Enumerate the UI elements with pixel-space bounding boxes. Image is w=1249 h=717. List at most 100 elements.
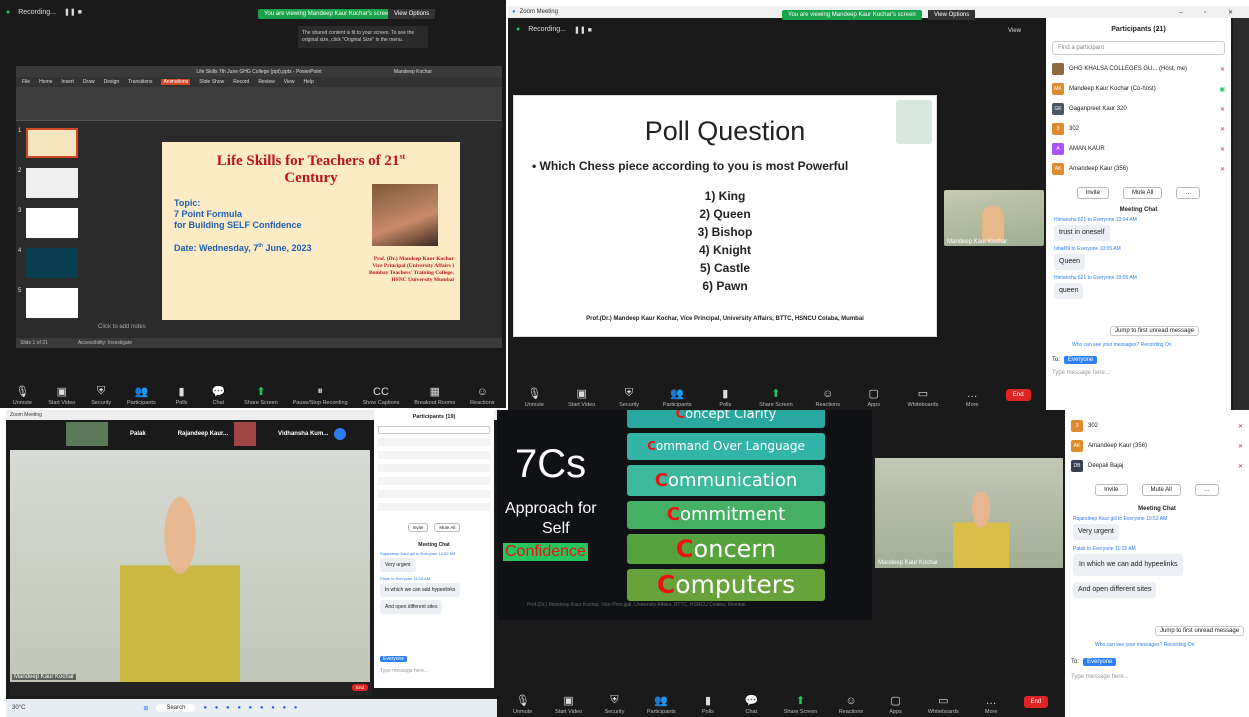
- view-options-button[interactable]: View Options: [388, 9, 436, 19]
- start-video-button[interactable]: ▣ Start Video: [555, 694, 582, 715]
- mute-all-button[interactable]: Mute All: [1123, 187, 1163, 199]
- to-select[interactable]: Everyone: [1064, 356, 1098, 364]
- view-options-button[interactable]: View Options: [928, 10, 976, 20]
- reactions-button[interactable]: ☺ Reactions: [815, 388, 839, 408]
- start-video-button[interactable]: ▣ Start Video: [568, 387, 595, 408]
- polls-button[interactable]: ▮ Polls: [171, 385, 193, 406]
- unmute-button[interactable]: 🎙 Unmute: [512, 694, 534, 715]
- slide-thumb[interactable]: [26, 168, 78, 198]
- unmute-button[interactable]: 🎙 Unmute: [523, 387, 545, 408]
- to-select[interactable]: Everyone: [1083, 658, 1117, 666]
- participant-row[interactable]: 3 302 ✕: [1046, 119, 1231, 139]
- slide-thumb[interactable]: [26, 248, 78, 278]
- more-button[interactable]: …: [1194, 484, 1219, 496]
- breakout-rooms-button[interactable]: ▦ Breakout Rooms: [414, 385, 455, 406]
- ribbon-tab[interactable]: Review: [258, 79, 274, 85]
- jump-unread-button[interactable]: Jump to first unread message: [1155, 626, 1245, 636]
- mic-muted-icon[interactable]: ✕: [1220, 66, 1225, 73]
- participants-button[interactable]: 👥 Participants: [663, 387, 692, 408]
- taskbar-search[interactable]: Search: [156, 704, 196, 712]
- unmute-button[interactable]: 🎙 Unmute: [11, 385, 33, 406]
- invite-button[interactable]: Invite: [1095, 484, 1128, 496]
- end-button[interactable]: End: [351, 684, 368, 691]
- ribbon-tab[interactable]: File: [22, 79, 30, 85]
- more-button[interactable]: … More: [980, 695, 1002, 715]
- share-screen-button[interactable]: ⬆ Share Screen: [244, 385, 278, 406]
- mic-muted-icon[interactable]: ✕: [1238, 423, 1243, 430]
- security-button[interactable]: ⛨ Security: [90, 385, 112, 406]
- slide-canvas[interactable]: Life Skills for Teachers of 21st Century …: [162, 142, 460, 320]
- participant-row[interactable]: DB Deepali Bajaj ✕: [1065, 456, 1249, 476]
- participants-button[interactable]: 👥 Participants: [127, 385, 156, 406]
- chat-input[interactable]: Type message here...: [1052, 370, 1110, 376]
- shield-icon[interactable]: ●: [6, 9, 10, 16]
- view-button[interactable]: View: [1008, 28, 1021, 34]
- chat-input[interactable]: Type message here...: [1071, 674, 1129, 680]
- main-video[interactable]: Mandeep Kaur Kochar: [10, 450, 370, 682]
- reactions-button[interactable]: ☺ Reactions: [470, 386, 494, 406]
- taskbar-apps[interactable]: ● ● ● ● ● ● ● ● ●: [203, 705, 300, 711]
- ribbon-tab[interactable]: Animations: [161, 79, 191, 85]
- end-button[interactable]: End: [1005, 389, 1031, 401]
- chat-input[interactable]: Type message here...: [380, 668, 428, 674]
- windows-start-icon[interactable]: ⊞: [143, 705, 148, 712]
- start-video-button[interactable]: ▣ Start Video: [48, 385, 75, 406]
- mute-all-button[interactable]: Mute All: [1141, 484, 1181, 496]
- participant-row[interactable]: MK Mandeep Kaur Kochar (Co-host) ▣: [1046, 79, 1231, 99]
- participant-row[interactable]: GK Gaganpreet Kaur 320 ✕: [1046, 99, 1231, 119]
- participant-row[interactable]: AK Amandeep Kaur (356) ✕: [1046, 159, 1231, 179]
- participants-button[interactable]: 👥 Participants: [647, 694, 676, 715]
- end-button[interactable]: End: [1023, 696, 1049, 708]
- reactions-button[interactable]: ☺ Reactions: [839, 695, 863, 715]
- ribbon-tab[interactable]: Draw: [83, 79, 95, 85]
- participant-row[interactable]: A AMAN KAUR ✕: [1046, 139, 1231, 159]
- who-can-see[interactable]: Who can see your messages? Recording On: [1095, 642, 1195, 648]
- mic-muted-icon[interactable]: ✕: [1220, 126, 1225, 133]
- share-screen-button[interactable]: ⬆ Share Screen: [759, 387, 793, 408]
- chat-button[interactable]: 💬 Chat: [740, 694, 762, 715]
- ribbon-tab[interactable]: Help: [303, 79, 313, 85]
- slide-thumb[interactable]: [26, 128, 78, 158]
- recording-button[interactable]: ⏸ Pause/Stop Recording: [293, 385, 348, 406]
- mic-muted-icon[interactable]: ✕: [1220, 106, 1225, 113]
- chat-button[interactable]: 💬 Chat: [207, 385, 229, 406]
- slide-thumb[interactable]: [26, 208, 78, 238]
- ribbon-tab[interactable]: Design: [104, 79, 120, 85]
- ribbon-tab[interactable]: Home: [39, 79, 52, 85]
- ribbon-tab[interactable]: Insert: [61, 79, 74, 85]
- ribbon-tab[interactable]: View: [284, 79, 295, 85]
- participant-row[interactable]: AK Amandeep Kaur (356) ✕: [1065, 436, 1249, 456]
- ribbon-tab[interactable]: Slide Show: [199, 79, 224, 85]
- apps-button[interactable]: ▢ Apps: [885, 694, 907, 715]
- participant-row[interactable]: GHG KHALSA COLLEGES GU... (Host, me) ✕: [1046, 59, 1231, 79]
- ribbon-tab[interactable]: Transitions: [128, 79, 152, 85]
- captions-button[interactable]: CC Show Captions: [362, 386, 399, 406]
- security-button[interactable]: ⛨ Security: [604, 694, 626, 715]
- mic-muted-icon[interactable]: ✕: [1220, 146, 1225, 153]
- mic-muted-icon[interactable]: ✕: [1238, 463, 1243, 470]
- more-button[interactable]: …: [1176, 187, 1201, 199]
- share-screen-button[interactable]: ⬆ Share Screen: [784, 694, 818, 715]
- mic-muted-icon[interactable]: ✕: [1238, 443, 1243, 450]
- whiteboards-button[interactable]: ▭ Whiteboards: [928, 694, 959, 715]
- jump-unread-button[interactable]: Jump to first unread message: [1110, 326, 1200, 336]
- participant-row[interactable]: 3 302 ✕: [1065, 416, 1249, 436]
- window-controls[interactable]: – ▫ ✕: [1179, 9, 1243, 16]
- to-select[interactable]: Everyone: [380, 656, 408, 662]
- apps-button[interactable]: ▢ Apps: [863, 387, 885, 408]
- video-thumb-mandeep[interactable]: Mandeep Kaur Kochar: [944, 190, 1044, 246]
- ribbon-tab[interactable]: Record: [233, 79, 249, 85]
- slide-thumb[interactable]: [26, 288, 78, 318]
- share-icon[interactable]: ▣: [1219, 86, 1225, 93]
- more-button[interactable]: … More: [961, 388, 983, 408]
- polls-button[interactable]: ▮ Polls: [697, 694, 719, 715]
- polls-button[interactable]: ▮ Polls: [714, 387, 736, 408]
- invite-button[interactable]: Invite: [407, 523, 429, 532]
- video-thumb-mandeep[interactable]: Mandeep Kaur Kochar: [875, 458, 1063, 568]
- accessibility-status[interactable]: Accessibility: Investigate: [78, 340, 132, 346]
- mic-muted-icon[interactable]: ✕: [1220, 166, 1225, 173]
- gallery-tile[interactable]: [66, 422, 108, 446]
- invite-button[interactable]: Invite: [1076, 187, 1109, 199]
- gallery-tile[interactable]: [234, 422, 257, 446]
- notes-placeholder[interactable]: Click to add notes: [98, 324, 146, 330]
